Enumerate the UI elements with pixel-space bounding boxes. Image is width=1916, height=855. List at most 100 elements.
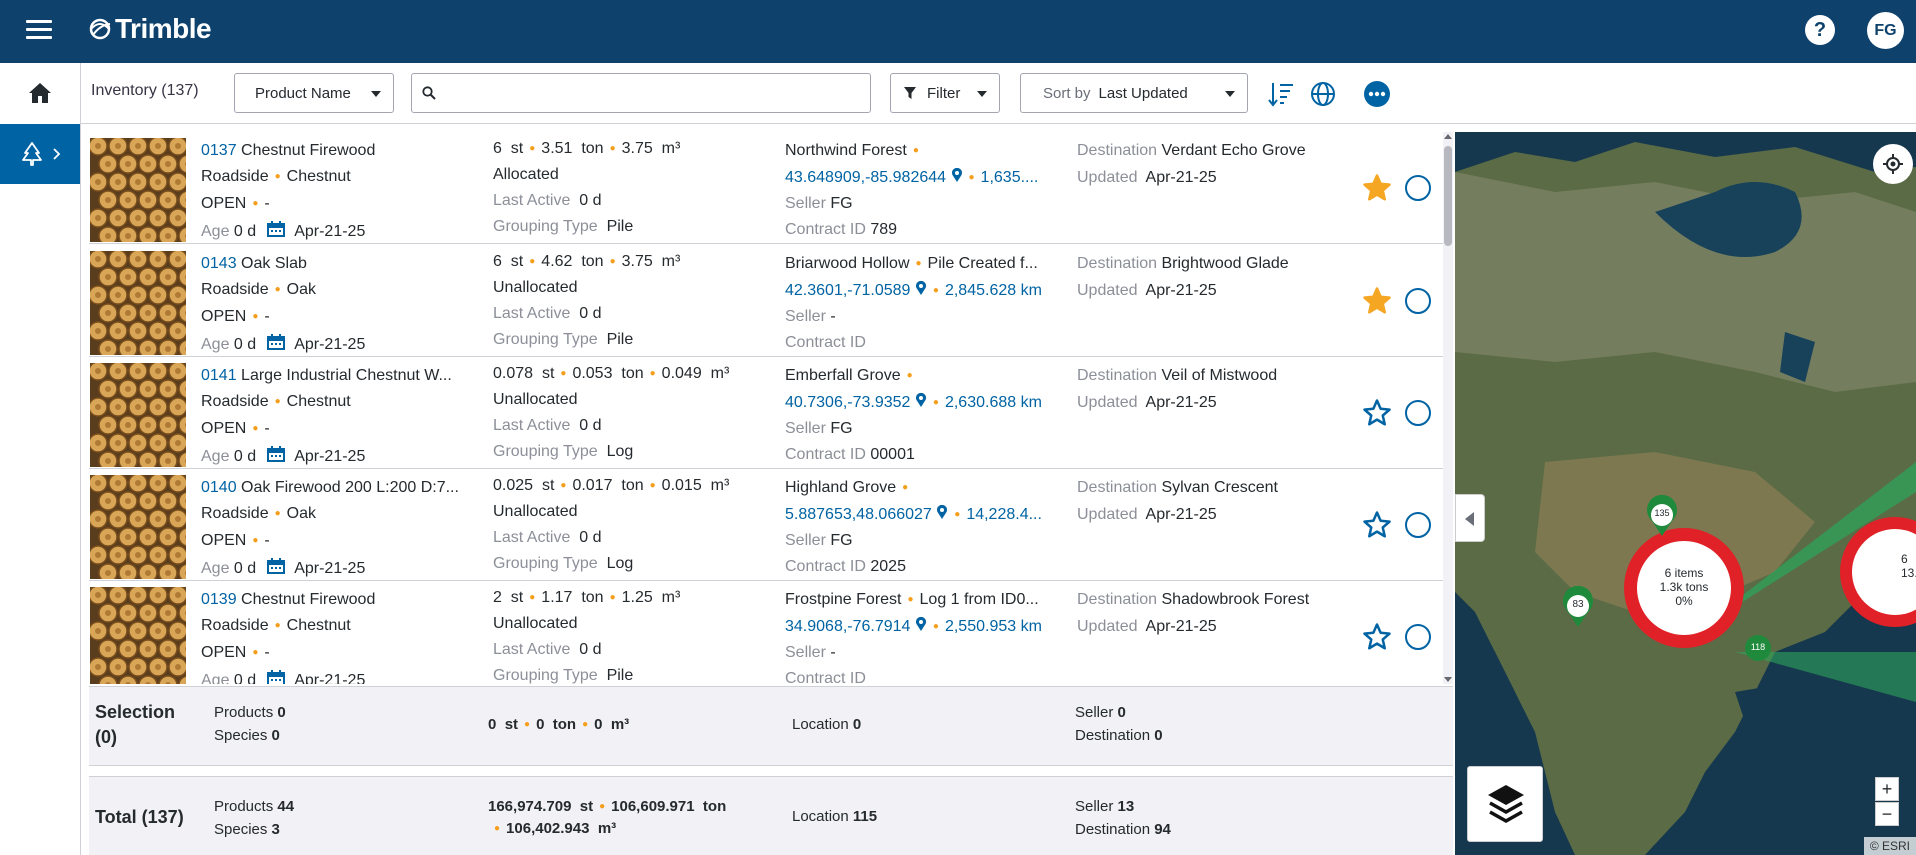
star-filled-icon[interactable] bbox=[1362, 286, 1392, 316]
map-pin-icon[interactable] bbox=[915, 281, 927, 295]
marker-label-2: 135 bbox=[1654, 508, 1670, 518]
star-filled-icon[interactable] bbox=[1362, 173, 1392, 203]
search-box[interactable] bbox=[411, 73, 871, 113]
contract-value: 2025 bbox=[870, 558, 906, 575]
map-collapse-button[interactable] bbox=[1455, 494, 1485, 542]
updated: Updated Apr-21-25 bbox=[1077, 618, 1217, 635]
coordinates-link[interactable]: 34.9068,-76.7914 bbox=[785, 618, 910, 635]
created-date: Apr-21-25 bbox=[294, 560, 366, 577]
filter-icon bbox=[904, 87, 916, 99]
product-thumbnail[interactable] bbox=[90, 363, 186, 467]
coordinates-distance: 42.3601,-71.0589 ● 2,845.628 km bbox=[785, 281, 1042, 299]
total-species: Species 3 bbox=[214, 821, 280, 838]
sort-select[interactable]: Sort by Last Updated bbox=[1020, 73, 1248, 113]
caret-down-icon bbox=[371, 91, 381, 97]
inventory-map[interactable]: 6 items 1.3k tons 0% 6 13. 83 135 118 + … bbox=[1455, 132, 1916, 855]
row-select-radio[interactable] bbox=[1405, 400, 1431, 426]
help-button[interactable]: ? bbox=[1805, 15, 1835, 45]
sort-direction-icon[interactable] bbox=[1267, 80, 1295, 108]
inventory-row[interactable]: 0143 Oak Slab Roadside ● Oak OPEN ● - Age 0 … bbox=[89, 245, 1443, 357]
map-pin-icon[interactable] bbox=[936, 505, 948, 519]
map-pin-icon[interactable] bbox=[915, 617, 927, 631]
filter-button[interactable]: Filter bbox=[890, 73, 1000, 113]
map-canvas[interactable] bbox=[1455, 132, 1916, 855]
forest-icon bbox=[22, 142, 42, 166]
sidebar-item-forest[interactable] bbox=[0, 124, 80, 184]
home-icon bbox=[29, 83, 51, 103]
sidebar-item-home[interactable] bbox=[0, 63, 80, 123]
marker-label-1: 83 bbox=[1572, 599, 1584, 610]
star-outline-icon[interactable] bbox=[1362, 510, 1392, 540]
product-title: 0143 Oak Slab bbox=[201, 255, 481, 273]
field-select[interactable]: Product Name bbox=[234, 73, 394, 113]
row-select-radio[interactable] bbox=[1405, 288, 1431, 314]
partial-cluster-label: 6 13. bbox=[1901, 552, 1916, 580]
contract-id: Contract ID 789 bbox=[785, 221, 898, 238]
total-title: Total (137) bbox=[95, 807, 184, 827]
selection-destination: Destination 0 bbox=[1075, 727, 1163, 744]
crosshair-icon bbox=[1883, 154, 1903, 174]
product-name: Oak Slab bbox=[241, 255, 307, 272]
age-value: 0 d bbox=[233, 560, 257, 577]
row-select-radio[interactable] bbox=[1405, 624, 1431, 650]
selection-location: Location 0 bbox=[792, 716, 862, 733]
list-scrollbar-thumb[interactable] bbox=[1444, 146, 1452, 246]
row-select-radio[interactable] bbox=[1405, 512, 1431, 538]
zoom-in-button[interactable]: + bbox=[1875, 777, 1899, 801]
scroll-up-icon[interactable] bbox=[1444, 133, 1452, 141]
list-scrollbar[interactable] bbox=[1443, 132, 1453, 684]
forest-name: Emberfall Grove ● bbox=[785, 367, 913, 384]
locate-button[interactable] bbox=[1873, 144, 1913, 184]
inventory-toolbar: Inventory (137) Product Name Filter Sort… bbox=[81, 63, 1916, 124]
selection-seller: Seller 0 bbox=[1075, 704, 1126, 721]
map-pin-icon[interactable] bbox=[915, 393, 927, 407]
selection-summary: Selection (0) Products 0 Species 0 0 st ●… bbox=[89, 686, 1453, 766]
menu-icon[interactable] bbox=[26, 20, 52, 40]
more-options-icon[interactable] bbox=[1363, 80, 1391, 108]
layers-button[interactable] bbox=[1467, 766, 1543, 842]
age-label: Age bbox=[201, 560, 230, 577]
inventory-row[interactable]: 0139 Chestnut Firewood Roadside ● Chestnut… bbox=[89, 581, 1443, 684]
product-location-species: Roadside ● Oak bbox=[201, 281, 316, 298]
distance: 14,228.4... bbox=[966, 506, 1042, 523]
globe-icon[interactable] bbox=[1309, 80, 1337, 108]
inventory-title: Inventory (137) bbox=[91, 82, 199, 99]
coordinates-link[interactable]: 42.3601,-71.0589 bbox=[785, 282, 910, 299]
product-thumbnail[interactable] bbox=[90, 138, 186, 242]
product-id-link[interactable]: 0140 bbox=[201, 479, 237, 496]
coordinates-link[interactable]: 5.887653,48.066027 bbox=[785, 506, 932, 523]
product-thumbnail[interactable] bbox=[90, 475, 186, 579]
product-id-link[interactable]: 0139 bbox=[201, 591, 237, 608]
sort-value: Last Updated bbox=[1098, 84, 1188, 102]
trimble-logo[interactable]: Trimble bbox=[88, 13, 212, 45]
row-select-radio[interactable] bbox=[1405, 175, 1431, 201]
product-id-link[interactable]: 0143 bbox=[201, 255, 237, 272]
user-avatar[interactable]: FG bbox=[1867, 12, 1904, 49]
log-pile-image bbox=[90, 363, 186, 467]
scroll-down-icon[interactable] bbox=[1444, 675, 1452, 683]
inventory-row[interactable]: 0140 Oak Firewood 200 L:200 D:7... Roads… bbox=[89, 469, 1443, 581]
product-id-link[interactable]: 0141 bbox=[201, 367, 237, 384]
forest-name: Briarwood Hollow ● Pile Created f... bbox=[785, 255, 1038, 272]
age-label: Age bbox=[201, 672, 230, 684]
product-status: OPEN ● - bbox=[201, 644, 270, 661]
product-id-link[interactable]: 0137 bbox=[201, 142, 237, 159]
product-thumbnail[interactable] bbox=[90, 587, 186, 684]
coordinates-link[interactable]: 40.7306,-73.9352 bbox=[785, 394, 910, 411]
inventory-row[interactable]: 0141 Large Industrial Chestnut W... Road… bbox=[89, 357, 1443, 469]
zoom-out-button[interactable]: − bbox=[1875, 802, 1899, 826]
inventory-row[interactable]: 0137 Chestnut Firewood Roadside ● Chestnut… bbox=[89, 132, 1443, 244]
map-pin-icon[interactable] bbox=[951, 168, 963, 182]
total-seller: Seller 13 bbox=[1075, 798, 1135, 815]
marker-label-3: 118 bbox=[1750, 642, 1766, 652]
product-thumbnail[interactable] bbox=[90, 251, 186, 355]
search-input[interactable] bbox=[444, 82, 864, 104]
grouping-type: Grouping Type Pile bbox=[493, 218, 634, 235]
star-outline-icon[interactable] bbox=[1362, 398, 1392, 428]
coordinates-link[interactable]: 43.648909,-85.982644 bbox=[785, 169, 946, 186]
species: Oak bbox=[286, 281, 316, 298]
contract-value: 00001 bbox=[870, 446, 915, 463]
product-quantities: 6 st ● 4.62 ton ● 3.75 m³ bbox=[493, 253, 681, 270]
status-extra: - bbox=[264, 644, 270, 661]
star-outline-icon[interactable] bbox=[1362, 622, 1392, 652]
